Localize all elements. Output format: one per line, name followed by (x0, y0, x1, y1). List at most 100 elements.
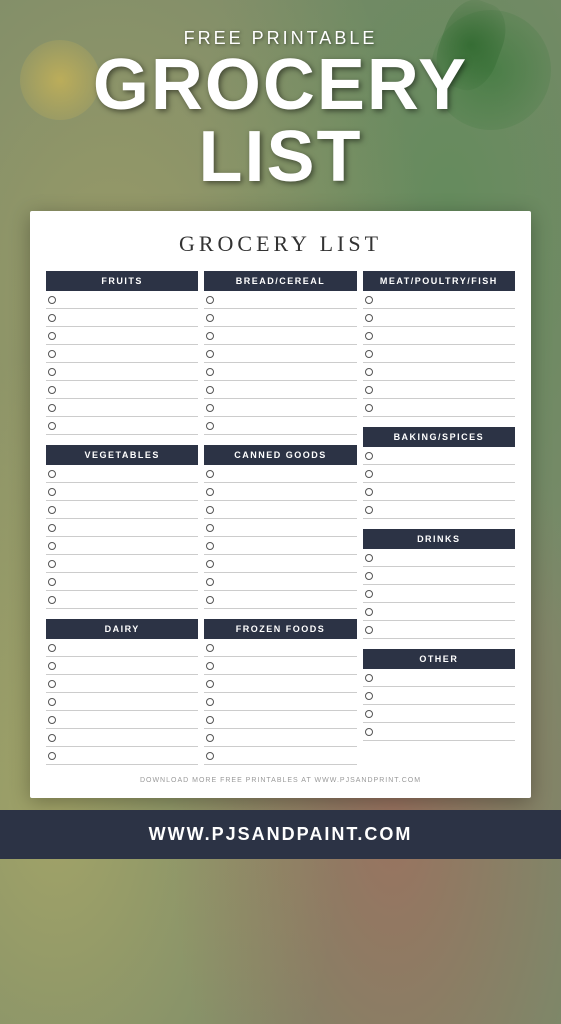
list-item (46, 417, 198, 435)
list-item (204, 573, 356, 591)
checkbox-circle (206, 422, 214, 430)
list-item (46, 381, 198, 399)
checkbox-circle (365, 626, 373, 634)
checkbox-circle (365, 674, 373, 682)
list-item (46, 363, 198, 381)
card-footer-text: DOWNLOAD MORE FREE PRINTABLES AT WWW.PJS… (46, 777, 515, 784)
fruits-header: FRUITS (46, 271, 198, 291)
list-item (363, 363, 515, 381)
checkbox-circle (365, 314, 373, 322)
vegetables-section: VEGETABLES (46, 445, 198, 609)
list-item (204, 483, 356, 501)
list-item (46, 747, 198, 765)
checkbox-circle (206, 596, 214, 604)
grocery-list-card: GROCERY LIST FRUITS (30, 211, 531, 798)
list-item (363, 345, 515, 363)
checkbox-circle (48, 596, 56, 604)
column-1: FRUITS VEGETABLES (46, 271, 198, 769)
list-item (46, 639, 198, 657)
list-item (204, 555, 356, 573)
checkbox-circle (48, 488, 56, 496)
list-item (363, 291, 515, 309)
vegetables-header: VEGETABLES (46, 445, 198, 465)
bread-rows (204, 291, 356, 435)
list-item (363, 381, 515, 399)
checkbox-circle (206, 542, 214, 550)
grocery-grid: FRUITS VEGETABLES (46, 271, 515, 769)
list-item (46, 657, 198, 675)
checkbox-circle (48, 386, 56, 394)
checkbox-circle (206, 560, 214, 568)
list-item (204, 537, 356, 555)
list-item (46, 519, 198, 537)
fruits-rows (46, 291, 198, 435)
checkbox-circle (48, 332, 56, 340)
column-3: MEAT/POULTRY/FISH BAKING/SPICES (363, 271, 515, 769)
bread-section: BREAD/CEREAL (204, 271, 356, 435)
list-item (46, 327, 198, 345)
list-item (204, 345, 356, 363)
list-item (204, 657, 356, 675)
checkbox-circle (206, 332, 214, 340)
list-item (363, 585, 515, 603)
checkbox-circle (365, 386, 373, 394)
checkbox-circle (365, 692, 373, 700)
checkbox-circle (365, 368, 373, 376)
other-header: OTHER (363, 649, 515, 669)
list-item (204, 417, 356, 435)
checkbox-circle (206, 752, 214, 760)
footer-bar: WWW.PJSANDPAINT.COM (0, 810, 561, 859)
list-item (46, 465, 198, 483)
fruits-section: FRUITS (46, 271, 198, 435)
checkbox-circle (365, 608, 373, 616)
list-item (363, 501, 515, 519)
checkbox-circle (365, 488, 373, 496)
list-item (363, 621, 515, 639)
list-item (204, 639, 356, 657)
checkbox-circle (48, 680, 56, 688)
checkbox-circle (365, 728, 373, 736)
checkbox-circle (365, 404, 373, 412)
vegetables-rows (46, 465, 198, 609)
meat-section: MEAT/POULTRY/FISH (363, 271, 515, 417)
list-item (204, 309, 356, 327)
checkbox-circle (48, 470, 56, 478)
checkbox-circle (365, 710, 373, 718)
list-item (204, 291, 356, 309)
checkbox-circle (206, 662, 214, 670)
list-item (363, 603, 515, 621)
checkbox-circle (365, 554, 373, 562)
checkbox-circle (365, 572, 373, 580)
frozen-foods-section: FROZEN FOODS (204, 619, 356, 765)
list-item (363, 309, 515, 327)
checkbox-circle (206, 470, 214, 478)
checkbox-circle (365, 470, 373, 478)
list-item (363, 705, 515, 723)
list-item (363, 465, 515, 483)
list-item (363, 567, 515, 585)
list-item (46, 399, 198, 417)
checkbox-circle (48, 404, 56, 412)
list-item (363, 327, 515, 345)
checkbox-circle (48, 368, 56, 376)
checkbox-circle (48, 350, 56, 358)
checkbox-circle (365, 332, 373, 340)
list-item (46, 555, 198, 573)
list-item (204, 327, 356, 345)
checkbox-circle (206, 734, 214, 742)
frozen-foods-rows (204, 639, 356, 765)
checkbox-circle (48, 644, 56, 652)
drinks-rows (363, 549, 515, 639)
list-item (46, 729, 198, 747)
checkbox-circle (206, 716, 214, 724)
list-item (46, 693, 198, 711)
drinks-header: DRINKS (363, 529, 515, 549)
list-item (46, 291, 198, 309)
checkbox-circle (48, 716, 56, 724)
list-item (204, 465, 356, 483)
canned-goods-section: CANNED GOODS (204, 445, 356, 609)
checkbox-circle (206, 296, 214, 304)
checkbox-circle (365, 350, 373, 358)
list-item (363, 447, 515, 465)
checkbox-circle (206, 314, 214, 322)
